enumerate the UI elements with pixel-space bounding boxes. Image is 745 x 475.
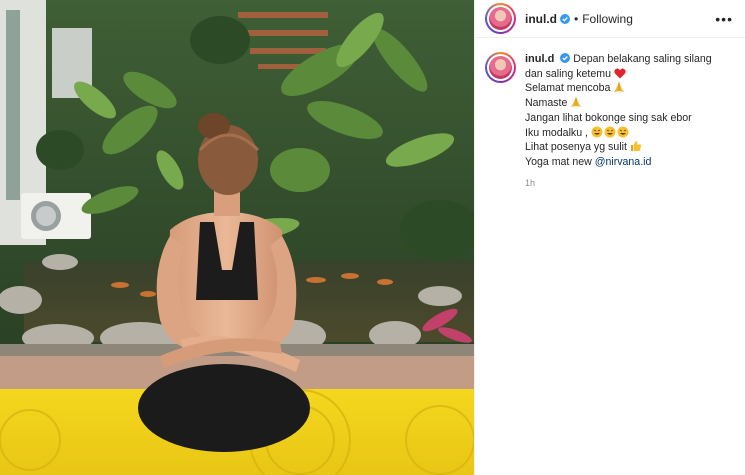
caption-username[interactable]: inul.d — [525, 53, 554, 65]
caption-line-3: Selamat mencoba — [525, 82, 611, 95]
caption-line-7: Lihat posenya yg sulit — [525, 141, 627, 154]
rolling-laughing-emoji — [604, 126, 616, 138]
mention-link[interactable]: @nirvana.id — [595, 156, 652, 168]
verified-badge-icon — [560, 53, 571, 63]
post-side-panel: inul.d • Following ••• inul.d Depan bela… — [474, 0, 745, 475]
author-avatar[interactable] — [485, 3, 516, 34]
post-header: inul.d • Following ••• — [475, 0, 745, 38]
post-timestamp[interactable]: 1h — [525, 176, 712, 191]
caption-author-avatar[interactable] — [485, 52, 516, 83]
rolling-laughing-emoji — [617, 126, 629, 138]
rolling-laughing-emoji-row — [591, 126, 629, 138]
folded-hands-emoji — [614, 82, 625, 93]
caption-line-1: Depan belakang saling silang — [573, 53, 712, 65]
instagram-post: inul.d • Following ••• inul.d Depan bela… — [0, 0, 745, 475]
caption-line-2: dan saling ketemu — [525, 67, 611, 80]
yoga-photo-illustration — [0, 0, 474, 475]
rolling-laughing-emoji — [591, 126, 603, 138]
following-button[interactable]: Following — [582, 12, 633, 26]
thumbs-up-emoji — [630, 141, 642, 152]
post-caption: inul.d Depan belakang saling silang dan … — [475, 38, 745, 190]
folded-hands-emoji — [571, 97, 582, 108]
post-photo[interactable] — [0, 0, 474, 475]
verified-badge-icon — [560, 13, 570, 24]
caption-line-6: Iku modalku , — [525, 126, 589, 139]
caption-text: inul.d Depan belakang saling silang dan … — [525, 52, 712, 190]
caption-line-4: Namaste — [525, 97, 568, 110]
header-separator: • — [574, 11, 579, 26]
caption-line-8: Yoga mat new — [525, 155, 595, 168]
author-username[interactable]: inul.d — [525, 12, 557, 26]
caption-line-5: Jangan lihat bokonge sing sak ebor — [525, 111, 692, 124]
red-heart-emoji — [614, 68, 626, 79]
more-options-icon[interactable]: ••• — [715, 12, 733, 26]
